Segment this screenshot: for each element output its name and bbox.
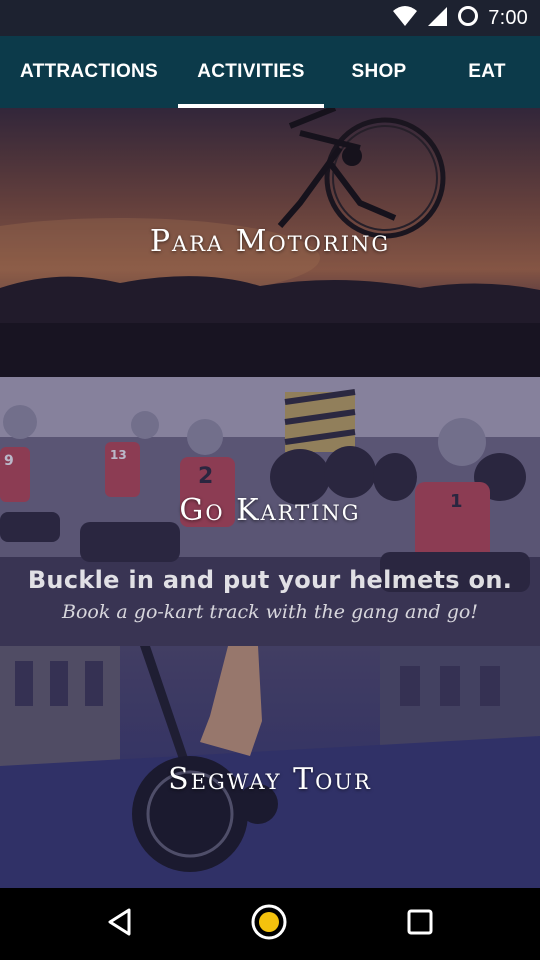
app-screen: 7:00 ATTRACTIONS ACTIVITIES SHOP EAT Par… [0, 0, 540, 960]
status-time: 7:00 [488, 7, 528, 29]
image-promo-headline: Buckle in and put your helmets on. [27, 566, 513, 594]
back-button[interactable] [96, 900, 144, 948]
status-bar: 7:00 [0, 0, 540, 36]
tab-eat[interactable]: EAT [434, 36, 540, 108]
home-button[interactable] [245, 900, 293, 948]
tab-attractions[interactable]: ATTRACTIONS [0, 36, 178, 108]
wifi-icon [392, 5, 418, 32]
sync-icon [456, 4, 480, 33]
para-motoring-image [0, 108, 540, 377]
activity-card-go-karting[interactable]: 9 13 2 1 Go Karting Buckle in and put yo… [0, 377, 540, 646]
signal-icon [426, 5, 448, 32]
tab-activities[interactable]: ACTIVITIES [178, 36, 324, 108]
segway-tour-image [0, 646, 540, 888]
status-icons: 7:00 [392, 4, 528, 33]
image-promo-subline: Book a go-kart track with the gang and g… [62, 601, 478, 623]
recents-button[interactable] [396, 900, 444, 948]
activity-card-segway-tour[interactable]: Segway Tour [0, 646, 540, 888]
home-circle-icon [249, 902, 289, 947]
navigation-bar [0, 888, 540, 960]
activity-card-para-motoring[interactable]: Para Motoring [0, 108, 540, 377]
back-triangle-icon [105, 907, 135, 942]
tab-shop[interactable]: SHOP [324, 36, 434, 108]
recents-square-icon [406, 908, 434, 941]
tab-bar: ATTRACTIONS ACTIVITIES SHOP EAT [0, 36, 540, 108]
